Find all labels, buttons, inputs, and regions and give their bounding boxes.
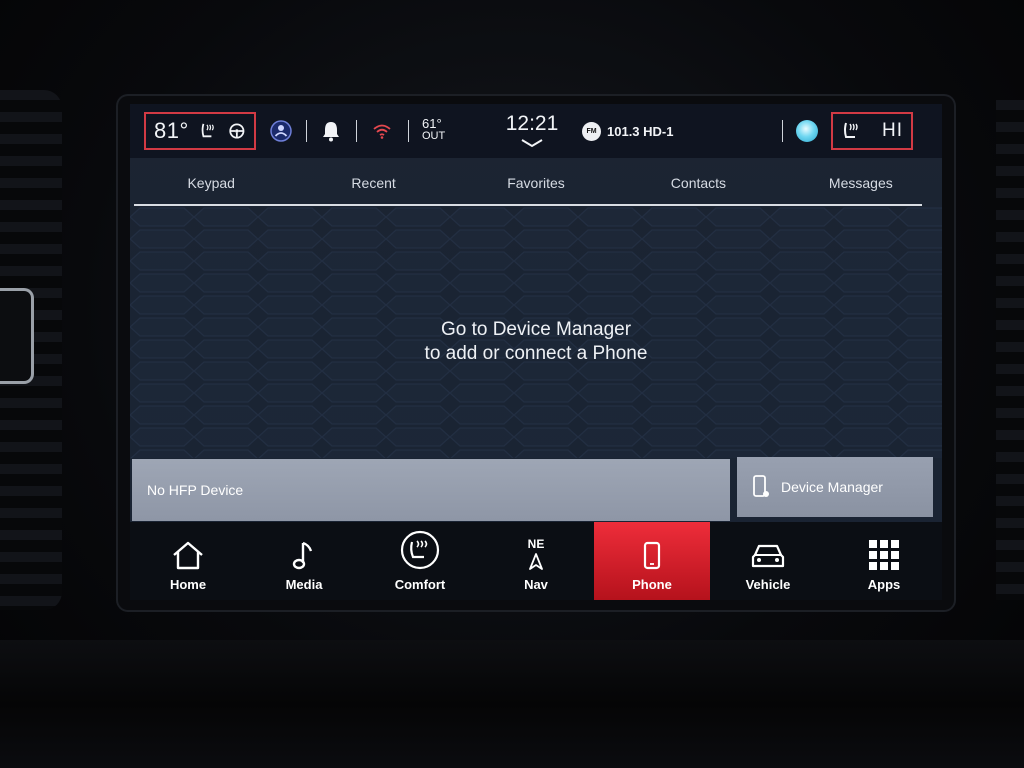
apps-grid-icon — [869, 540, 899, 570]
tab-favorites[interactable]: Favorites — [455, 160, 617, 206]
tab-keypad[interactable]: Keypad — [130, 160, 292, 206]
phone-settings-icon — [753, 475, 769, 497]
nav-apps[interactable]: Apps — [826, 522, 942, 600]
hfp-status-text: No HFP Device — [147, 482, 244, 498]
nav-apps-label: Apps — [867, 577, 901, 592]
passenger-climate-control[interactable]: HI — [831, 112, 913, 150]
status-separator — [408, 120, 409, 142]
nav-phone-label: Phone — [632, 577, 672, 592]
status-separator — [306, 120, 307, 142]
device-manager-label: Device Manager — [781, 479, 883, 495]
wifi-icon — [373, 124, 391, 139]
tab-contacts[interactable]: Contacts — [617, 160, 779, 206]
voice-assistant-icon[interactable] — [796, 120, 818, 142]
status-bar: 81° 61° OUT 12:21 FM 101.3 HD-1 HI — [130, 104, 942, 158]
nav-home[interactable]: Home — [130, 522, 246, 600]
phone-tabs: Keypad Recent Favorites Contacts Message… — [130, 160, 942, 206]
device-manager-button[interactable]: Device Manager — [737, 457, 933, 517]
radio-station: 101.3 HD-1 — [607, 124, 674, 139]
status-separator — [782, 120, 783, 142]
heated-steering-icon — [229, 123, 245, 139]
tab-messages[interactable]: Messages — [780, 160, 942, 206]
outside-temperature: 61° OUT — [422, 117, 445, 143]
outside-temp-value: 61° — [422, 116, 442, 131]
bell-icon — [323, 122, 339, 142]
vent-handle — [0, 288, 34, 384]
notifications-button[interactable] — [320, 119, 342, 143]
outside-temp-label: OUT — [422, 130, 446, 142]
nav-vehicle-label: Vehicle — [745, 577, 791, 592]
wifi-status — [372, 122, 392, 140]
nav-nav-label: Nav — [524, 577, 548, 592]
driver-temperature: 81° — [154, 118, 189, 143]
heated-seat-icon — [201, 123, 214, 138]
heated-seat-icon — [844, 122, 858, 138]
radio-now-playing[interactable]: FM 101.3 HD-1 — [582, 122, 673, 141]
right-air-vent — [996, 100, 1024, 600]
nav-nav[interactable]: NE Nav — [478, 522, 594, 600]
passenger-heat-level: HI — [882, 120, 903, 141]
dashboard-lower-trim — [0, 640, 1024, 768]
fm-badge: FM — [582, 122, 601, 141]
message-line-1: Go to Device Manager — [440, 319, 632, 340]
nav-comfort[interactable]: Comfort — [362, 522, 478, 600]
phone-icon — [643, 541, 661, 570]
nav-media[interactable]: Media — [246, 522, 362, 600]
driver-climate-control[interactable]: 81° — [144, 112, 256, 150]
car-icon — [751, 544, 785, 568]
driver-profile-icon — [270, 120, 292, 142]
compass: NE — [527, 537, 545, 571]
message-line-2: to add or connect a Phone — [424, 343, 648, 364]
compass-heading: NE — [527, 537, 545, 551]
tab-recent[interactable]: Recent — [292, 160, 454, 206]
hfp-device-status: No HFP Device — [132, 459, 730, 521]
nav-comfort-label: Comfort — [394, 577, 446, 592]
nav-vehicle[interactable]: Vehicle — [710, 522, 826, 600]
clock[interactable]: 12:21 — [504, 112, 560, 136]
nav-home-label: Home — [169, 577, 207, 592]
tabs-divider — [134, 204, 922, 206]
compass-arrow-icon — [529, 553, 543, 570]
driver-profile-button[interactable] — [270, 120, 292, 142]
chevron-down-icon[interactable] — [520, 138, 544, 148]
music-note-icon — [292, 541, 313, 570]
nav-media-label: Media — [285, 577, 323, 592]
bottom-nav-bar: Home Media Comfort NE Nav Phone Vehicle … — [130, 522, 942, 600]
nav-phone[interactable]: Phone — [594, 522, 710, 600]
connect-phone-message: Go to Device Manager to add or connect a… — [130, 318, 942, 366]
infotainment-screen: 81° 61° OUT 12:21 FM 101.3 HD-1 HI Keypa… — [130, 104, 942, 600]
comfort-seat-icon — [400, 530, 440, 570]
status-separator — [356, 120, 357, 142]
home-icon — [173, 541, 203, 570]
